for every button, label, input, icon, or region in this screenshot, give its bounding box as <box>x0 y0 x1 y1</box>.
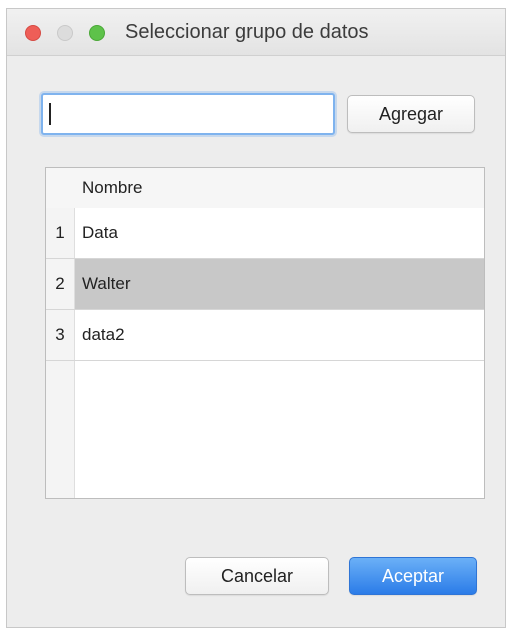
cancel-button[interactable]: Cancelar <box>185 557 329 595</box>
row-number: 3 <box>46 310 75 360</box>
zoom-window-icon[interactable] <box>89 25 105 41</box>
window-title: Seleccionar grupo de datos <box>125 21 369 43</box>
table-row[interactable]: 1 Data <box>46 208 484 259</box>
column-header-nombre[interactable]: Nombre <box>82 178 142 198</box>
close-window-icon[interactable] <box>25 25 41 41</box>
row-name-cell[interactable]: Walter <box>82 259 131 309</box>
row-name-cell[interactable]: Data <box>82 208 118 258</box>
minimize-window-icon <box>57 25 73 41</box>
row-number: 2 <box>46 259 75 309</box>
row-number: 1 <box>46 208 75 258</box>
group-name-input[interactable] <box>41 93 335 135</box>
accept-button[interactable]: Aceptar <box>349 557 477 595</box>
text-caret <box>49 103 51 125</box>
title-bar: Seleccionar grupo de datos <box>7 9 505 56</box>
dialog-window: Seleccionar grupo de datos Agregar Nombr… <box>6 8 506 628</box>
table-header: Nombre <box>46 168 484 209</box>
row-name-cell[interactable]: data2 <box>82 310 125 360</box>
table-row-selected[interactable]: 2 Walter <box>46 259 484 310</box>
add-button[interactable]: Agregar <box>347 95 475 133</box>
data-group-table: Nombre 1 Data 2 Walter 3 data2 <box>45 167 485 499</box>
table-row[interactable]: 3 data2 <box>46 310 484 361</box>
